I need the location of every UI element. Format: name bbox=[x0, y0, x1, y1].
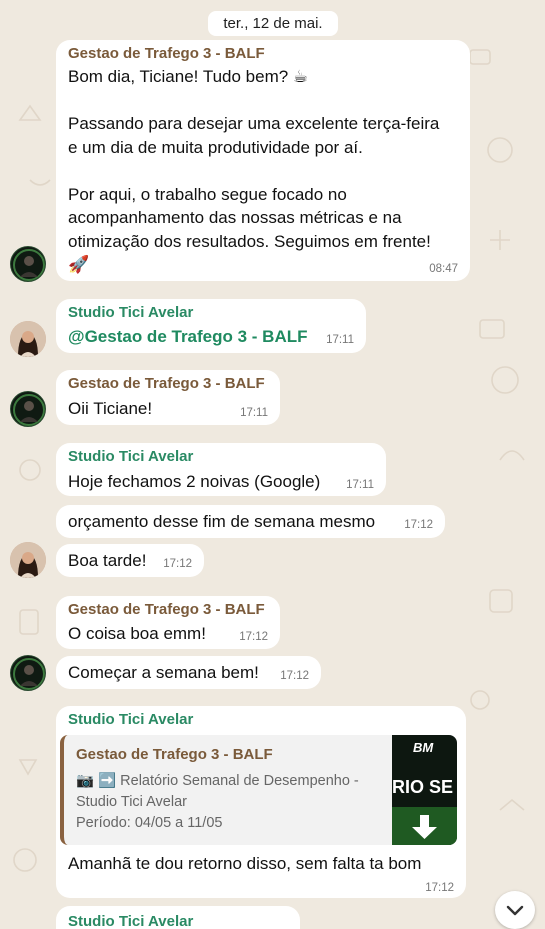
message-text: O coisa boa emm! bbox=[68, 624, 206, 643]
message-text: orçamento desse fim de semana mesmo bbox=[68, 512, 376, 531]
message-text: Oii Ticiane! bbox=[68, 399, 153, 418]
sender-name: Studio Tici Avelar bbox=[68, 913, 194, 929]
message-text: Bom dia, Ticiane! Tudo bem? ☕ Passando p… bbox=[68, 67, 440, 274]
message-text: Começar a semana bem! bbox=[68, 663, 259, 682]
avatar[interactable] bbox=[10, 321, 46, 357]
avatar[interactable] bbox=[10, 246, 46, 282]
avatar[interactable] bbox=[10, 655, 46, 691]
message-time: 17:12 bbox=[404, 519, 433, 531]
sender-name: Studio Tici Avelar bbox=[68, 711, 194, 728]
message-time: 17:11 bbox=[240, 407, 268, 419]
thumbnail-logo: BM bbox=[413, 740, 434, 755]
message-time: 17:12 bbox=[163, 558, 192, 570]
sender-name: Studio Tici Avelar bbox=[68, 304, 194, 321]
message-time: 17:11 bbox=[346, 479, 374, 491]
message-bubble[interactable]: Boa tarde! 17:12 bbox=[56, 544, 204, 577]
quoted-sender: Gestao de Trafego 3 - BALF bbox=[76, 746, 273, 763]
message-bubble[interactable]: orçamento desse fim de semana mesmo 17:1… bbox=[56, 505, 445, 538]
message-bubble[interactable]: Gestao de Trafego 3 - BALF Oii Ticiane! … bbox=[56, 370, 280, 425]
sender-name: Gestao de Trafego 3 - BALF bbox=[68, 45, 265, 62]
avatar[interactable] bbox=[10, 391, 46, 427]
down-arrow-icon bbox=[392, 807, 457, 845]
message-text: Boa tarde! bbox=[68, 551, 147, 570]
message-bubble[interactable]: Studio Tici Avelar @Gestao de Trafego 3 … bbox=[56, 299, 366, 353]
scroll-to-bottom-button[interactable] bbox=[495, 891, 535, 929]
reply-message-bubble[interactable]: Studio Tici Avelar Gestao de Trafego 3 -… bbox=[56, 706, 466, 898]
message-time: 08:47 bbox=[429, 263, 458, 275]
message-bubble[interactable]: Gestao de Trafego 3 - BALF O coisa boa e… bbox=[56, 596, 280, 649]
date-separator: ter., 12 de mai. bbox=[208, 11, 338, 36]
chevron-down-icon bbox=[506, 905, 524, 916]
message-time: 17:12 bbox=[280, 670, 309, 682]
message-bubble[interactable]: Studio Tici Avelar bbox=[56, 906, 300, 929]
sender-name: Gestao de Trafego 3 - BALF bbox=[68, 601, 265, 618]
message-bubble[interactable]: Studio Tici Avelar Hoje fechamos 2 noiva… bbox=[56, 443, 386, 496]
message-time: 17:12 bbox=[425, 882, 454, 894]
quoted-image-thumbnail: BM RIO SE bbox=[392, 735, 457, 845]
message-text: Amanhã te dou retorno disso, sem falta t… bbox=[68, 854, 422, 873]
message-bubble[interactable]: Gestao de Trafego 3 - BALF Bom dia, Tici… bbox=[56, 40, 470, 281]
quoted-message[interactable]: Gestao de Trafego 3 - BALF 📷 ➡️ Relatóri… bbox=[60, 735, 457, 845]
message-text: Hoje fechamos 2 noivas (Google) bbox=[68, 472, 321, 491]
sender-name: Gestao de Trafego 3 - BALF bbox=[68, 375, 265, 392]
mention-link[interactable]: @Gestao de Trafego 3 - BALF bbox=[68, 325, 308, 349]
quoted-text: 📷 ➡️ Relatório Semanal de Desempenho - S… bbox=[76, 773, 359, 831]
thumbnail-text: RIO SE bbox=[392, 777, 454, 797]
message-bubble[interactable]: Começar a semana bem! 17:12 bbox=[56, 656, 321, 689]
message-time: 17:11 bbox=[326, 334, 354, 346]
sender-name: Studio Tici Avelar bbox=[68, 448, 194, 465]
message-time: 17:12 bbox=[239, 631, 268, 643]
avatar[interactable] bbox=[10, 542, 46, 578]
